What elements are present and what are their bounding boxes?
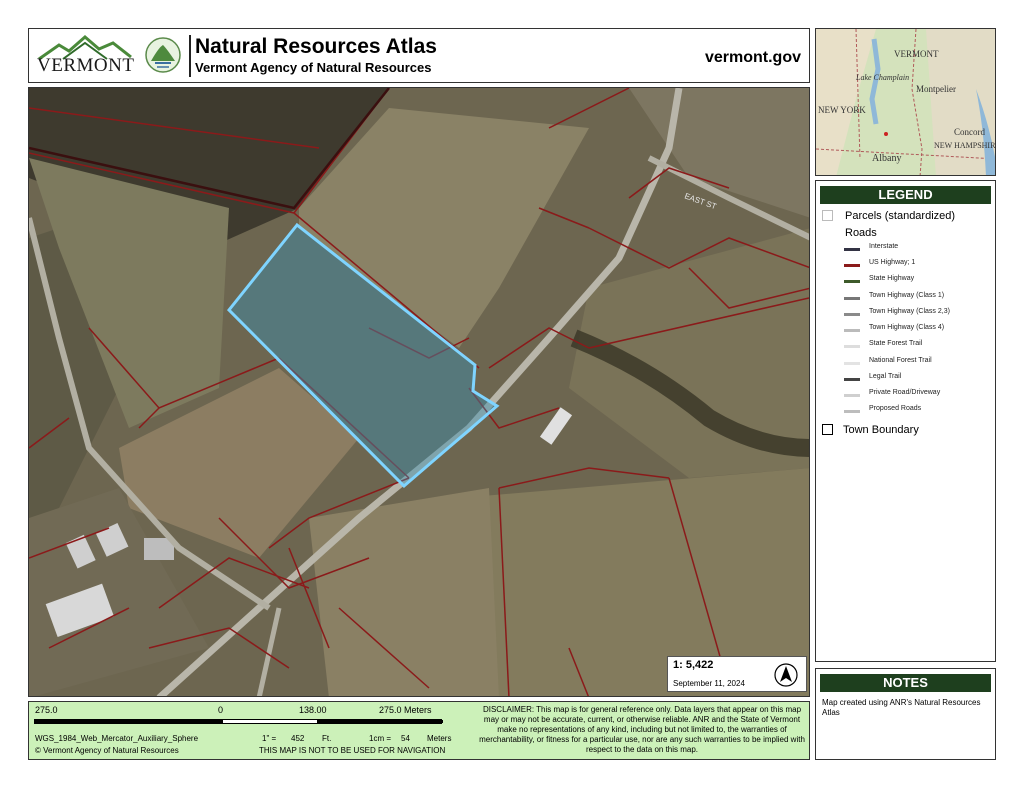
atlas-header: VERMONT Natural Resources Atlas Vermont …: [28, 28, 810, 83]
anr-logo: [141, 35, 185, 77]
projection-label: WGS_1984_Web_Mercator_Auxiliary_Sphere: [35, 734, 199, 743]
disclaimer-text: DISCLAIMER: This map is for general refe…: [479, 705, 805, 754]
road-swatch: [844, 329, 860, 332]
road-swatch: [844, 297, 860, 300]
town-boundary-swatch: [822, 424, 833, 435]
road-label: Town Highway (Class 2,3): [869, 308, 950, 315]
map-view[interactable]: EAST ST 1: 5,422 September 11, 2024: [28, 87, 810, 697]
legend-town-label: Town Boundary: [843, 424, 919, 436]
legend-road-row: Town Highway (Class 1): [844, 290, 994, 306]
legend-road-row: Town Highway (Class 4): [844, 322, 994, 338]
map-date: September 11, 2024: [673, 679, 745, 688]
notes-panel: NOTES Map created using ANR's Natural Re…: [815, 668, 996, 760]
road-label: State Highway: [869, 275, 915, 282]
locator-map: VERMONT Lake Champlain Montpelier NEW YO…: [815, 28, 996, 176]
notes-text: Map created using ANR's Natural Resource…: [822, 698, 981, 717]
legend-road-row: Town Highway (Class 2,3): [844, 306, 994, 322]
vermont-logo-text: VERMONT: [37, 55, 135, 76]
legend-roads-label: Roads: [845, 227, 877, 239]
legend-town-boundary: Town Boundary: [822, 424, 919, 436]
legend-road-row: State Forest Trail: [844, 338, 994, 354]
road-label: Legal Trail: [869, 373, 902, 380]
legend-panel: LEGEND Parcels (standardized) Roads Inte…: [815, 180, 996, 662]
inset-label-5: Concord: [954, 127, 985, 137]
cm-unit: Meters: [427, 734, 452, 743]
inset-label-3: NEW YORK: [818, 105, 866, 115]
road-swatch: [844, 394, 860, 397]
inset-label-1: Lake Champlain: [856, 73, 910, 82]
road-swatch: [844, 313, 860, 316]
inset-label-2: Montpelier: [916, 84, 956, 94]
inch-unit: Ft.: [322, 734, 332, 743]
inch-equivalence: 1" =: [262, 734, 277, 743]
road-swatch: [844, 345, 860, 348]
road-swatch: [844, 248, 860, 251]
scale-ratio: 1: 5,422: [673, 659, 714, 671]
road-label: Town Highway (Class 4): [869, 324, 945, 331]
navigation-warning: THIS MAP IS NOT TO BE USED FOR NAVIGATIO…: [259, 746, 446, 755]
atlas-subtitle: Vermont Agency of Natural Resources: [195, 60, 432, 75]
road-swatch: [844, 410, 860, 413]
legend-road-row: National Forest Trail: [844, 355, 994, 371]
copyright-text: © Vermont Agency of Natural Resources: [35, 746, 179, 755]
scale-zero-label: 0: [218, 705, 224, 715]
scale-right-label: 275.0 Meters: [379, 705, 432, 715]
north-arrow-icon: [774, 663, 798, 687]
road-swatch: [844, 378, 860, 381]
legend-parcels-label: Parcels (standardized): [845, 210, 956, 222]
aerial-imagery: EAST ST: [29, 88, 809, 696]
road-label: Private Road/Driveway: [869, 389, 941, 396]
legend-road-row: Interstate: [844, 241, 994, 257]
road-label: Interstate: [869, 243, 899, 250]
vermont-gov-link[interactable]: vermont.gov: [705, 49, 801, 67]
cm-equivalence: 1cm =: [369, 734, 392, 743]
legend-parcels: Parcels (standardized): [822, 210, 955, 222]
road-label: National Forest Trail: [869, 357, 932, 364]
header-divider: [189, 35, 191, 77]
legend-road-row: US Highway; 1: [844, 257, 994, 273]
cm-value: 54: [401, 734, 410, 743]
atlas-title: Natural Resources Atlas: [195, 35, 437, 58]
legend-road-row: Proposed Roads: [844, 403, 994, 419]
inset-label-6: Albany: [872, 153, 902, 164]
road-swatch: [844, 280, 860, 283]
map-footer: 275.0 0 138.00 275.0 Meters WGS_1984_Web…: [28, 701, 810, 760]
inset-label-0: VERMONT: [894, 49, 939, 59]
road-label: Town Highway (Class 1): [869, 292, 945, 299]
road-label: State Forest Trail: [869, 340, 923, 347]
road-label: Proposed Roads: [869, 405, 922, 412]
scale-date-box: 1: 5,422 September 11, 2024: [667, 656, 807, 692]
road-swatch: [844, 362, 860, 365]
scale-left-label: 275.0: [35, 705, 58, 715]
inch-value: 452: [291, 734, 305, 743]
legend-road-row: State Highway: [844, 273, 994, 289]
legend-road-row: Legal Trail: [844, 371, 994, 387]
legend-title: LEGEND: [820, 186, 991, 204]
scale-bar: [34, 719, 443, 724]
scale-mid-label: 138.00: [299, 705, 327, 715]
parcels-swatch: [822, 210, 833, 221]
road-label: US Highway; 1: [869, 259, 916, 266]
inset-label-4: NEW HAMPSHIRE: [934, 141, 996, 150]
vermont-logo: VERMONT: [33, 33, 137, 79]
legend-road-row: Private Road/Driveway: [844, 387, 994, 403]
road-swatch: [844, 264, 860, 267]
notes-title: NOTES: [820, 674, 991, 692]
